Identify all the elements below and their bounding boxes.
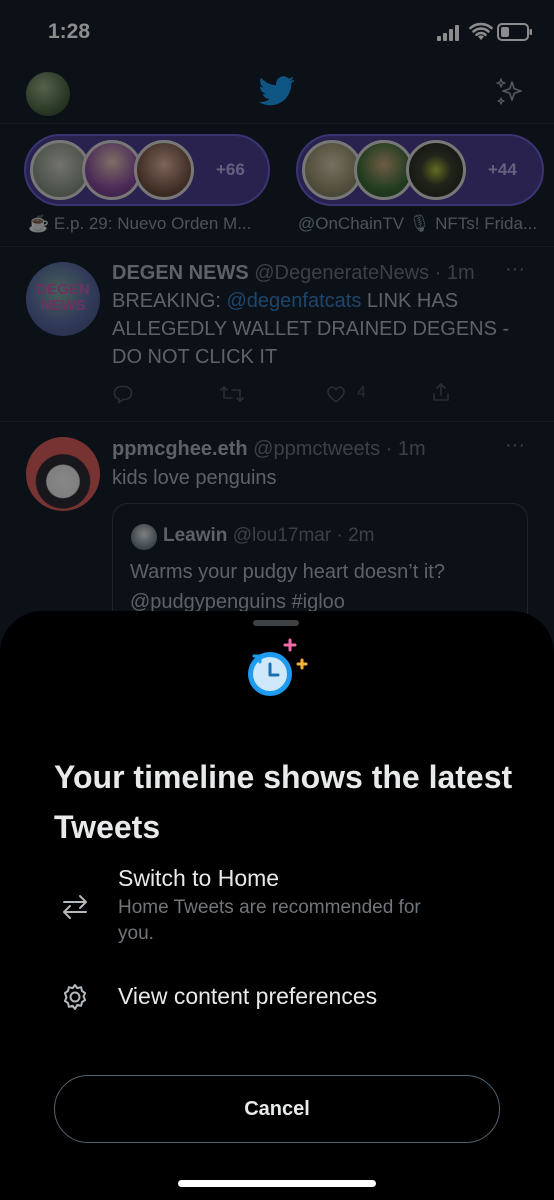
sheet-drag-handle[interactable] — [253, 620, 299, 626]
timeline-screen: 1:28 +66 ☕ E.p. 29: Nuevo Orden M... +44… — [0, 0, 554, 1200]
sheet-title: Your timeline shows the latest Tweets — [54, 759, 513, 845]
home-indicator[interactable] — [178, 1180, 376, 1187]
cancel-button[interactable]: Cancel — [54, 1075, 500, 1143]
option-title: View content preferences — [118, 983, 378, 1009]
option-title: Switch to Home — [118, 865, 280, 891]
option-subtitle: Home Tweets are recommended for you. — [118, 897, 421, 944]
clock-sparkle-icon — [248, 638, 308, 696]
swap-arrows-icon — [63, 895, 87, 919]
gear-icon — [63, 984, 87, 1010]
